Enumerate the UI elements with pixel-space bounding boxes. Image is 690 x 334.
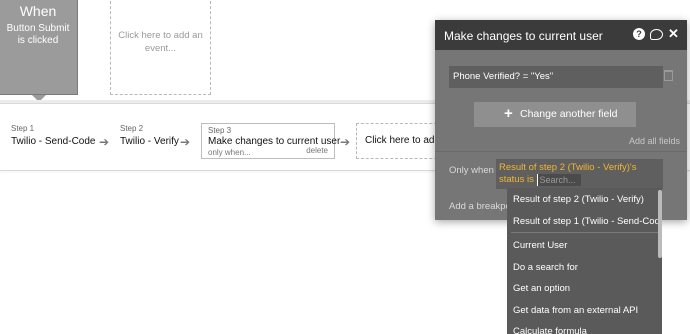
step-1-number: Step 1 bbox=[11, 124, 35, 133]
plus-icon: + bbox=[504, 105, 513, 122]
only-when-label: Only when bbox=[449, 165, 494, 176]
dropdown-item[interactable]: Result of step 2 (Twilio - Verify) bbox=[507, 188, 662, 210]
add-breakpoint-link[interactable]: Add a breakpo bbox=[449, 201, 511, 212]
step-3-delete-link[interactable]: delete bbox=[306, 146, 328, 155]
dropdown-item[interactable]: Get an option bbox=[507, 277, 662, 299]
step-3-number: Step 3 bbox=[208, 126, 232, 135]
add-all-fields-link[interactable]: Add all fields bbox=[629, 136, 680, 146]
expression-dropdown: Result of step 2 (Twilio - Verify) Resul… bbox=[507, 188, 662, 334]
change-another-field-button[interactable]: + Change another field bbox=[474, 102, 636, 127]
add-event-button[interactable]: Click here to add an event... bbox=[110, 0, 211, 95]
step-1[interactable]: Step 1 Twilio - Send-Code bbox=[11, 124, 95, 147]
change-button-label: Change another field bbox=[520, 108, 618, 120]
step-3[interactable]: Step 3 Make changes to current user only… bbox=[201, 123, 340, 159]
help-icon[interactable]: ? bbox=[633, 28, 645, 40]
panel-title: Make changes to current user bbox=[444, 29, 603, 43]
step-2[interactable]: Step 2 Twilio - Verify bbox=[120, 124, 179, 147]
field-assignment-row[interactable]: Phone Verified? = "Yes" bbox=[449, 66, 663, 88]
add-action-button[interactable]: Click here to add a bbox=[356, 123, 442, 159]
dropdown-separator bbox=[511, 232, 658, 233]
dropdown-item[interactable]: Calculate formula bbox=[507, 320, 662, 334]
event-subtitle: Button Submit is clicked bbox=[6, 23, 70, 46]
arrow-right-icon: ➔ bbox=[99, 135, 110, 149]
arrow-right-icon: ➔ bbox=[180, 135, 191, 149]
chat-icon[interactable] bbox=[650, 29, 663, 40]
condition-search-input[interactable]: Search... bbox=[536, 174, 581, 186]
condition-expression[interactable]: Result of step 2 (Twilio - Verify)'s sta… bbox=[496, 159, 663, 189]
panel-header: Make changes to current user ? ✕ bbox=[435, 20, 687, 50]
trash-icon[interactable] bbox=[664, 70, 673, 81]
dropdown-item[interactable]: Get data from an external API bbox=[507, 299, 662, 321]
dropdown-item[interactable]: Current User bbox=[507, 234, 662, 256]
panel-header-icons: ? ✕ bbox=[633, 27, 680, 40]
event-when-block[interactable]: When Button Submit is clicked bbox=[0, 0, 78, 95]
step-1-name: Twilio - Send-Code bbox=[11, 136, 96, 147]
close-icon[interactable]: ✕ bbox=[668, 27, 680, 40]
step-2-number: Step 2 bbox=[120, 124, 144, 133]
dropdown-scrollbar[interactable] bbox=[658, 190, 662, 258]
dropdown-item[interactable]: Do a search for bbox=[507, 256, 662, 278]
event-title: When bbox=[19, 3, 57, 19]
step-2-name: Twilio - Verify bbox=[120, 136, 179, 147]
panel-divider bbox=[435, 151, 687, 152]
arrow-right-icon: ➔ bbox=[340, 135, 351, 149]
dropdown-item[interactable]: Result of step 1 (Twilio - Send-Code) bbox=[507, 210, 662, 232]
